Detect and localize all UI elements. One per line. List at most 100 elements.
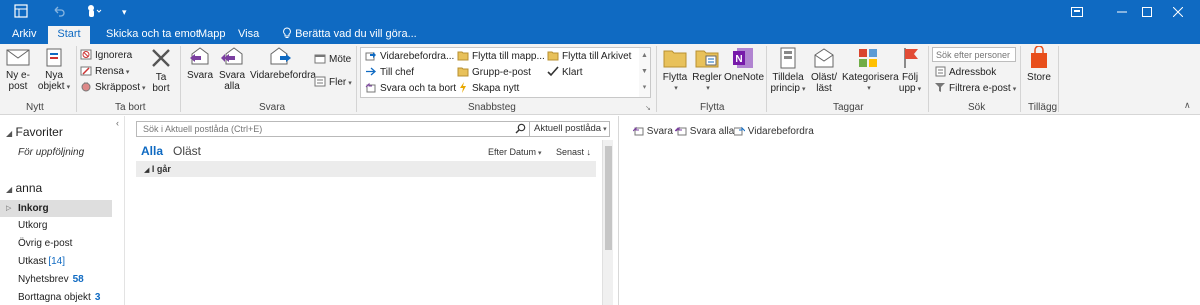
folder-newsletters[interactable]: Nyhetsbrev 58	[0, 271, 112, 288]
account-header[interactable]: ◢ anna	[6, 181, 42, 195]
filter-email-button[interactable]: Filtrera e-post ▾	[934, 82, 1016, 96]
assign-policy-button[interactable]: Tilldela princip ▾	[770, 46, 806, 95]
dialog-launcher-icon[interactable]: ↘	[645, 104, 651, 112]
unread-count: 58	[72, 274, 84, 285]
favorites-header[interactable]: ◢ Favoriter	[6, 125, 63, 139]
quick-steps-scroll[interactable]: ▲ ▼ ▾	[639, 47, 651, 98]
search-scope-dropdown[interactable]: Aktuell postlåda ▾	[529, 122, 611, 136]
reply-all-label-2: alla	[224, 81, 240, 92]
clean-up-icon	[80, 65, 92, 76]
customize-icon[interactable]: ▾	[122, 4, 127, 20]
follow-up-button[interactable]: Följ upp ▾	[896, 46, 924, 95]
store-button[interactable]: Store	[1024, 46, 1054, 83]
reading-pane: Svara Svara alla Vidarebefordra	[618, 116, 1200, 305]
new-email-label-2: post	[8, 81, 28, 92]
rules-button[interactable]: Regler ▾	[692, 46, 722, 94]
restore-ribbon-icon[interactable]	[1055, 0, 1099, 24]
tab-visa[interactable]: Visa	[232, 24, 265, 44]
mailbox-search: Aktuell postlåda▾	[136, 121, 610, 137]
follow-up-label-2: upp ▾	[898, 83, 922, 94]
onenote-button[interactable]: N OneNote	[724, 46, 764, 83]
archive-folder-icon	[547, 50, 559, 61]
unread-read-button[interactable]: Oläst/ läst	[808, 46, 840, 94]
meeting-button[interactable]: Möte	[314, 53, 351, 67]
favorite-follow-up[interactable]: För uppföljning	[18, 147, 84, 158]
separator	[76, 46, 77, 112]
group-header-yesterday[interactable]: ◢ I går	[136, 161, 596, 177]
categorize-button[interactable]: Kategorisera ▾	[842, 46, 899, 94]
lightbulb-icon	[282, 27, 295, 40]
group-label-sok: Sök	[968, 102, 986, 113]
more-respond-icon	[314, 76, 326, 87]
quickstep-reply-delete[interactable]: Svara och ta bort	[365, 82, 456, 96]
folder-icon	[457, 50, 469, 61]
quickstep-create-new[interactable]: Skapa nytt	[457, 82, 519, 96]
reading-reply-all-button[interactable]: Svara alla	[674, 125, 734, 137]
move-button[interactable]: Flytta ▾	[660, 46, 690, 94]
touch-mode-icon[interactable]	[86, 4, 102, 22]
collapse-pane-icon[interactable]: ‹	[116, 118, 119, 128]
flag-icon	[904, 48, 918, 68]
reading-forward-button[interactable]: Vidarebefordra	[733, 125, 814, 137]
quickstep-move-to-archive[interactable]: Flytta till Arkivet	[547, 50, 631, 64]
scroll-up-icon[interactable]: ▲	[639, 48, 650, 64]
outlook-app-icon[interactable]	[14, 4, 28, 22]
tab-skicka[interactable]: Skicka och ta emot	[100, 24, 205, 44]
clean-up-button[interactable]: Rensa ▾	[80, 65, 129, 79]
filter-all[interactable]: Alla	[141, 144, 163, 158]
quickstep-forward[interactable]: Vidarebefordra...	[365, 50, 454, 64]
new-email-icon	[6, 49, 30, 66]
ignore-button[interactable]: Ignorera	[80, 49, 132, 63]
tab-start[interactable]: Start	[48, 26, 90, 44]
collapse-ribbon-icon[interactable]: ∧	[1184, 100, 1194, 110]
more-respond-button[interactable]: Fler ▾	[314, 76, 352, 90]
separator	[928, 46, 929, 112]
reply-icon	[190, 47, 209, 65]
quickstep-done[interactable]: Klart	[547, 66, 583, 80]
scroll-down-icon[interactable]: ▼	[639, 64, 650, 80]
folder-other-email[interactable]: Övrig e-post	[0, 235, 112, 252]
address-book-button[interactable]: Adressbok	[934, 66, 996, 80]
search-people-input[interactable]	[932, 47, 1016, 62]
tab-mapp[interactable]: Mapp	[192, 24, 232, 44]
reply-icon	[632, 126, 644, 137]
gallery-more-icon[interactable]: ▾	[639, 80, 650, 96]
separator	[766, 46, 767, 112]
new-email-button[interactable]: Ny e- post	[4, 46, 32, 92]
message-list-scrollbar[interactable]	[602, 140, 613, 305]
folder-drafts[interactable]: Utkast [14]	[0, 253, 112, 270]
move-folder-icon	[663, 50, 687, 68]
reply-button[interactable]: Svara	[186, 46, 214, 81]
quickstep-move-to-folder[interactable]: Flytta till mapp...	[457, 50, 545, 64]
sort-order-toggle[interactable]: Senast ↓	[556, 147, 591, 157]
group-label-svara: Svara	[259, 102, 286, 113]
undo-icon[interactable]	[52, 4, 66, 22]
expand-arrow-icon[interactable]: ▷	[6, 200, 11, 217]
filter-unread[interactable]: Oläst	[173, 144, 201, 158]
reply-all-button[interactable]: Svara alla	[218, 46, 246, 92]
search-icon[interactable]	[515, 123, 526, 137]
folder-deleted-items[interactable]: Borttagna objekt 3	[0, 289, 112, 305]
new-items-label-2: objekt ▾	[37, 81, 71, 92]
forward-button[interactable]: Vidarebefordra	[250, 46, 316, 81]
group-label-taggar: Taggar	[833, 102, 864, 113]
sort-by-dropdown[interactable]: Efter Datum ▾	[488, 147, 542, 157]
address-book-icon	[934, 66, 946, 77]
folder-outbox[interactable]: Utkorg	[0, 217, 112, 234]
new-items-button[interactable]: Nya objekt ▾	[36, 46, 72, 93]
folder-inbox[interactable]: ▷ Inkorg	[0, 200, 112, 217]
scrollbar-thumb[interactable]	[605, 146, 612, 250]
delete-button[interactable]: Ta bort	[146, 46, 176, 94]
quickstep-to-manager[interactable]: Till chef	[365, 66, 414, 80]
junk-button[interactable]: Skräppost ▾	[80, 81, 146, 95]
forward-label: Vidarebefordra	[250, 70, 316, 81]
mailbox-search-input[interactable]	[137, 122, 517, 136]
quickstep-team-email[interactable]: Grupp-e-post	[457, 66, 531, 80]
reading-reply-button[interactable]: Svara	[632, 125, 673, 137]
tell-me-box[interactable]: Berätta vad du vill göra...	[276, 24, 423, 44]
group-label-tillagg: Tillägg	[1028, 102, 1058, 113]
folder-pane: ‹ ◢ Favoriter För uppföljning ◢ anna ▷ I…	[0, 116, 125, 305]
tab-arkiv[interactable]: Arkiv	[6, 24, 42, 44]
close-icon[interactable]	[1156, 0, 1200, 24]
rules-label: Regler	[692, 72, 722, 83]
